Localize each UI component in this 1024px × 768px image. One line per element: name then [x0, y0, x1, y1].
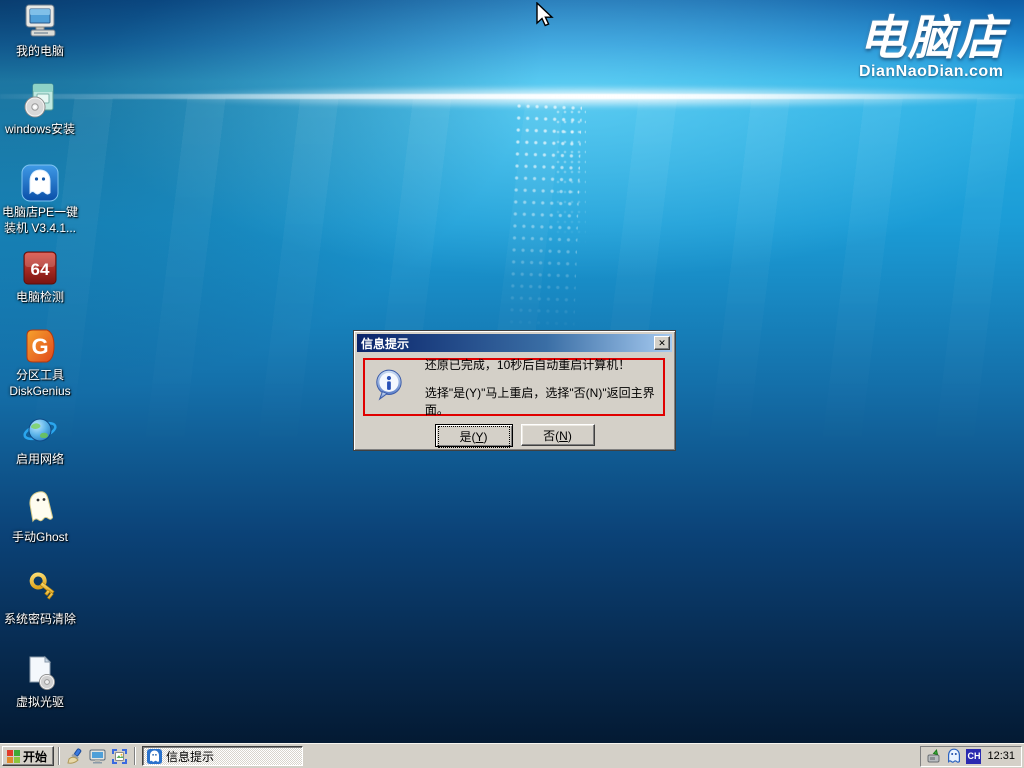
dialog-title: 信息提示: [361, 335, 409, 352]
my-computer-icon: [20, 2, 60, 42]
desktop[interactable]: 电脑店 DianNaoDian.com 我的电脑: [0, 0, 1024, 743]
desktop-icon-diskgenius[interactable]: G 分区工具 DiskGenius: [0, 326, 80, 398]
desktop-icon-pc-check[interactable]: 64 电脑检测: [0, 248, 80, 304]
tray-clock[interactable]: 12:31: [987, 750, 1015, 762]
windows-install-icon: [20, 80, 60, 120]
safely-remove-icon[interactable]: [926, 748, 942, 764]
brand-logo: 电脑店 DianNaoDian.com: [859, 14, 1006, 81]
icon-label: 我的电脑: [16, 44, 64, 58]
network-globe-icon: [20, 410, 60, 450]
quick-launch-monitor-icon[interactable]: [86, 746, 108, 766]
close-icon[interactable]: ✕: [654, 336, 670, 350]
icon-label: 虚拟光驱: [16, 695, 64, 709]
icon-label: 电脑检测: [16, 290, 64, 304]
start-logo-icon: [7, 750, 20, 763]
icon-label: 分区工具: [16, 368, 64, 382]
desktop-icon-my-computer[interactable]: 我的电脑: [0, 2, 80, 58]
brand-title: 电脑店: [859, 14, 1006, 61]
svg-text:G: G: [31, 334, 48, 359]
icon-label: 手动Ghost: [12, 530, 68, 544]
dialog-message-panel: 还原已完成，10秒后自动重启计算机！ 选择"是(Y)"马上重启，选择"否(N)"…: [363, 358, 665, 416]
start-button[interactable]: 开始: [2, 746, 54, 766]
pc-check-64-icon: 64: [20, 248, 60, 288]
icon-label: 电脑店PE一键: [2, 205, 78, 219]
mouse-cursor: [535, 2, 557, 30]
ghost-icon: [20, 488, 60, 528]
taskbar-separator: [134, 747, 136, 765]
task-button-info-dialog[interactable]: 信息提示: [142, 746, 303, 766]
desktop-icon-password-clear[interactable]: 系统密码清除: [0, 570, 80, 626]
info-dialog: 信息提示 ✕ 还原已完成，10秒后自动重启计算机！ 选择"是(Y)"马上重启，选…: [353, 330, 676, 451]
ghost-tray-icon[interactable]: [946, 748, 962, 764]
dialog-titlebar[interactable]: 信息提示 ✕: [357, 334, 672, 352]
icon-label: windows安装: [5, 122, 75, 136]
desktop-icon-enable-network[interactable]: 启用网络: [0, 410, 80, 466]
info-icon: [373, 367, 405, 407]
dialog-message-line1: 还原已完成，10秒后自动重启计算机！: [425, 356, 663, 373]
yes-button[interactable]: 是(Y): [435, 424, 513, 447]
desktop-icon-manual-ghost[interactable]: 手动Ghost: [0, 488, 80, 544]
bubble-stream-small: [556, 110, 586, 260]
icon-label: 装机 V3.4.1...: [4, 221, 76, 235]
desktop-icon-pe-installer[interactable]: 电脑店PE一键 装机 V3.4.1...: [0, 163, 80, 235]
svg-text:64: 64: [31, 260, 50, 279]
icon-label: 启用网络: [16, 452, 64, 466]
taskbar: 开始 信息提示: [0, 743, 1024, 768]
brand-subtitle: DianNaoDian.com: [859, 63, 1006, 81]
diskgenius-icon: G: [20, 326, 60, 366]
dialog-message-line2: 选择"是(Y)"马上重启，选择"否(N)"返回主界面。: [425, 384, 663, 418]
quick-launch-capture-icon[interactable]: [108, 746, 130, 766]
show-desktop-brush-icon[interactable]: [64, 746, 86, 766]
language-indicator[interactable]: CH: [966, 749, 981, 764]
key-icon: [20, 570, 60, 610]
virtual-cd-icon: [20, 653, 60, 693]
desktop-icon-windows-install[interactable]: windows安装: [0, 80, 80, 136]
desktop-icon-virtual-cdrom[interactable]: 虚拟光驱: [0, 653, 80, 709]
taskbar-separator: [58, 747, 60, 765]
icon-label: 系统密码清除: [4, 612, 76, 626]
system-tray: CH 12:31: [920, 746, 1022, 767]
no-button[interactable]: 否(N): [521, 424, 595, 446]
icon-label: DiskGenius: [9, 384, 70, 398]
pe-ghost-icon: [20, 163, 60, 203]
ghost-task-icon: [147, 749, 162, 764]
